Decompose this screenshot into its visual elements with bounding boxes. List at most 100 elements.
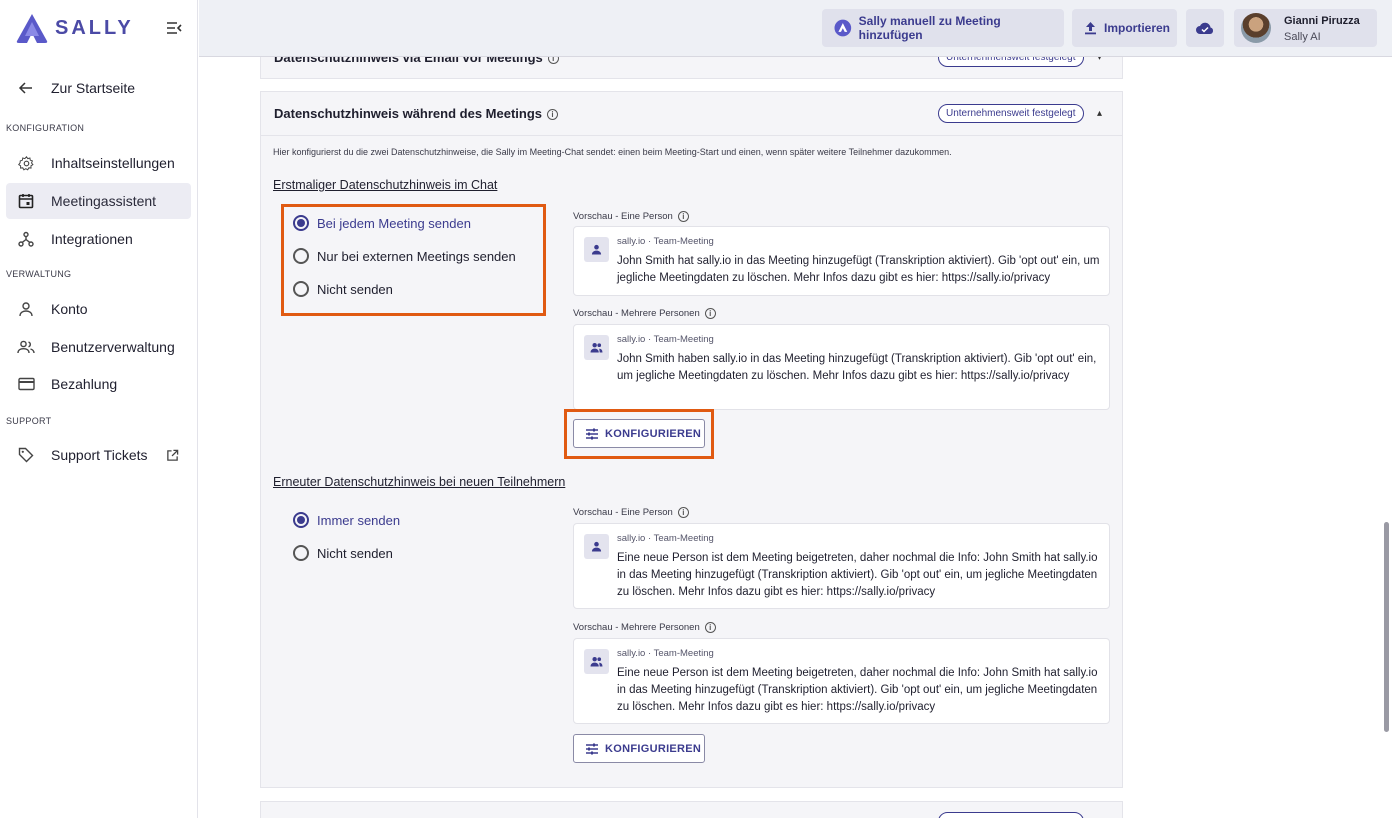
preview-label: Vorschau - Eine Person i <box>573 507 689 518</box>
sidebar-item-integrations[interactable]: Integrationen <box>6 221 191 257</box>
info-icon[interactable]: i <box>677 211 689 222</box>
email-privacy-panel[interactable]: Datenschutzhinweis via Email vor Meeting… <box>260 57 1123 79</box>
section-label-admin: VERWALTUNG <box>6 269 72 279</box>
preview-card-single: sally.io · Team-Meeting John Smith hat s… <box>573 226 1110 296</box>
radio-label: Nur bei externen Meetings senden <box>317 248 516 264</box>
person-icon <box>584 534 609 559</box>
section-label-config: KONFIGURATION <box>6 123 85 133</box>
preview-text: Eine neue Person ist dem Meeting beigetr… <box>617 552 1098 598</box>
section-label-support: SUPPORT <box>6 416 52 426</box>
radio-button[interactable] <box>293 248 309 264</box>
configure-label: KONFIGURIEREN <box>605 427 702 440</box>
status-badge: Unternehmensweit festgelegt <box>938 57 1084 67</box>
person-icon <box>584 237 609 262</box>
sally-logo-icon <box>834 19 852 37</box>
import-button[interactable]: Importieren <box>1072 9 1177 47</box>
info-icon[interactable]: i <box>704 622 716 633</box>
preview-label: Vorschau - Mehrere Personen i <box>573 622 716 633</box>
back-label: Zur Startseite <box>51 80 136 96</box>
upload-icon <box>1085 22 1096 35</box>
preview-meta: sally.io · Team-Meeting <box>617 533 714 544</box>
sidebar-item-label: Meetingassistent <box>51 193 157 209</box>
preview-label: Vorschau - Mehrere Personen i <box>573 308 716 319</box>
people-icon <box>584 649 609 674</box>
panel-title: Datenschutzhinweis via Email vor Meeting… <box>274 57 559 65</box>
people-icon <box>584 335 609 360</box>
preview-text: John Smith haben sally.io in das Meeting… <box>617 353 1097 382</box>
brand-name: SALLY <box>55 16 134 39</box>
preview-card-multi: sally.io · Team-Meeting Eine neue Person… <box>573 638 1110 724</box>
back-to-home-link[interactable]: Zur Startseite <box>6 70 191 106</box>
info-icon[interactable]: i <box>547 109 558 121</box>
radio-label: Nicht senden <box>317 281 393 297</box>
person-icon <box>16 299 36 319</box>
radio-button[interactable] <box>293 281 309 297</box>
sliders-icon <box>586 428 598 439</box>
main-content: Datenschutzhinweis via Email vor Meeting… <box>199 57 1392 818</box>
user-profile-menu[interactable]: Gianni Piruzza Sally AI <box>1234 9 1377 47</box>
next-settings-panel[interactable] <box>260 801 1123 818</box>
chevron-down-icon[interactable]: ▾ <box>1097 57 1102 63</box>
radio-external-only[interactable]: Nur bei externen Meetings senden <box>293 248 516 264</box>
radio-label: Nicht senden <box>317 545 393 561</box>
add-sally-label: Sally manuell zu Meeting hinzufügen <box>858 14 1001 42</box>
add-sally-to-meeting-button[interactable]: Sally manuell zu Meeting hinzufügen <box>822 9 1064 47</box>
radio-button-selected[interactable] <box>293 215 309 231</box>
import-label: Importieren <box>1104 21 1171 35</box>
second-notice-title: Erneuter Datenschutzhinweis bei neuen Te… <box>273 475 566 489</box>
credit-card-icon <box>16 374 36 394</box>
preview-text: Eine neue Person ist dem Meeting beigetr… <box>617 667 1098 713</box>
sidebar-item-label: Inhaltseinstellungen <box>51 155 175 171</box>
collapse-menu-icon[interactable] <box>164 18 184 38</box>
configure-button[interactable]: KONFIGURIEREN <box>573 734 705 763</box>
status-badge: Unternehmensweit festgelegt <box>938 104 1084 123</box>
cloud-check-icon <box>1196 22 1214 34</box>
user-name: Gianni Piruzza <box>1284 15 1360 27</box>
chevron-up-icon[interactable]: ▴ <box>1097 108 1102 119</box>
info-icon[interactable]: i <box>677 507 689 518</box>
radio-always-send[interactable]: Immer senden <box>293 512 400 528</box>
avatar <box>1241 13 1271 43</box>
cloud-sync-button[interactable] <box>1186 9 1224 47</box>
calendar-icon <box>16 191 36 211</box>
sidebar-item-user-management[interactable]: Benutzerverwaltung <box>6 329 191 365</box>
sally-logo[interactable]: SALLY <box>15 12 134 44</box>
external-link-icon[interactable] <box>166 449 179 462</box>
info-icon[interactable]: i <box>704 308 716 319</box>
sliders-icon <box>586 743 598 754</box>
sidebar-item-support-tickets[interactable]: Support Tickets <box>6 437 191 473</box>
sidebar-item-label: Support Tickets <box>51 447 148 463</box>
sidebar-item-meeting-assistant[interactable]: Meetingassistent <box>6 183 191 219</box>
radio-label: Bei jedem Meeting senden <box>317 215 471 231</box>
radio-label: Immer senden <box>317 512 401 528</box>
sidebar: SALLY Zur Startseite KONFIGURATION Inhal… <box>0 0 198 818</box>
preview-meta: sally.io · Team-Meeting <box>617 334 714 345</box>
sidebar-item-billing[interactable]: Bezahlung <box>6 366 191 402</box>
radio-never-send[interactable]: Nicht senden <box>293 545 393 561</box>
sidebar-item-label: Konto <box>51 301 88 317</box>
panel-title: Datenschutzhinweis während des Meetings i <box>274 106 558 121</box>
sidebar-item-account[interactable]: Konto <box>6 291 191 327</box>
gear-icon <box>16 153 36 173</box>
preview-card-multi: sally.io · Team-Meeting John Smith haben… <box>573 324 1110 410</box>
panel-header[interactable]: Datenschutzhinweis während des Meetings i… <box>261 92 1122 136</box>
radio-button-selected[interactable] <box>293 512 309 528</box>
status-badge <box>938 812 1084 818</box>
preview-text: John Smith hat sally.io in das Meeting h… <box>617 255 1100 284</box>
integration-icon <box>16 229 36 249</box>
radio-do-not-send[interactable]: Nicht senden <box>293 281 393 297</box>
sally-logo-icon <box>16 14 48 43</box>
sidebar-item-label: Benutzerverwaltung <box>51 339 175 355</box>
user-role: Sally AI <box>1284 31 1321 43</box>
sidebar-item-content-settings[interactable]: Inhaltseinstellungen <box>6 145 191 181</box>
info-icon[interactable]: i <box>547 57 559 65</box>
radio-button[interactable] <box>293 545 309 561</box>
preview-card-single: sally.io · Team-Meeting Eine neue Person… <box>573 523 1110 609</box>
first-notice-title: Erstmaliger Datenschutzhinweis im Chat <box>273 178 498 192</box>
scrollbar-thumb[interactable] <box>1384 522 1389 732</box>
people-icon <box>16 337 36 357</box>
panel-description: Hier konfigurierst du die zwei Datenschu… <box>273 147 952 157</box>
configure-button[interactable]: KONFIGURIEREN <box>573 419 705 448</box>
sidebar-item-label: Integrationen <box>51 231 133 247</box>
radio-every-meeting[interactable]: Bei jedem Meeting senden <box>293 215 471 231</box>
